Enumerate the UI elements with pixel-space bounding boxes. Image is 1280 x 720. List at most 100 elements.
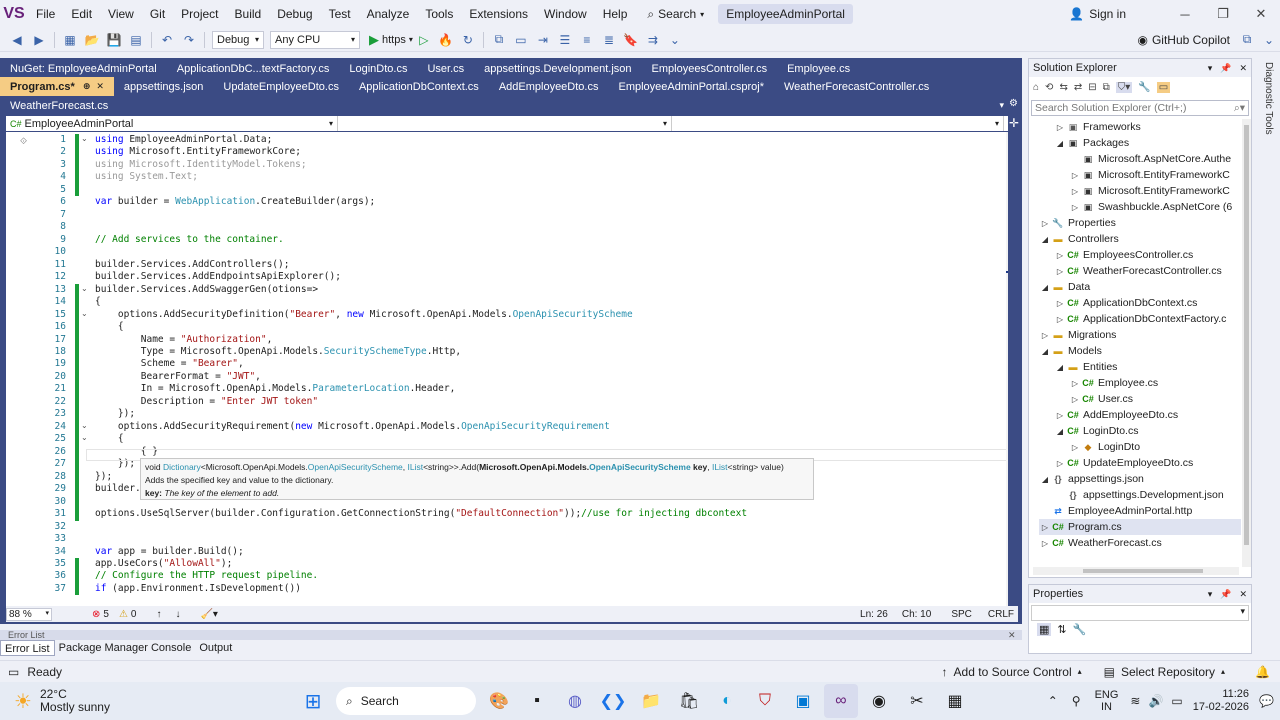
tree-scroll-thumb[interactable]: [1244, 125, 1249, 545]
notification-center-icon[interactable]: 💬: [1259, 694, 1274, 708]
zoom-dropdown[interactable]: 88 % ▾: [6, 607, 52, 621]
edge-icon[interactable]: ◐: [710, 684, 744, 718]
type-dropdown[interactable]: ▾: [338, 116, 672, 131]
minimize-button[interactable]: ─: [1166, 7, 1204, 22]
browse-icon[interactable]: ⧉: [490, 31, 508, 49]
bottom-tab-error-list[interactable]: Error List: [0, 640, 55, 656]
windows-start-icon[interactable]: ⊞: [296, 684, 330, 718]
more-icon[interactable]: ⌄: [666, 31, 684, 49]
tree-item[interactable]: ◢ ▬ Data: [1039, 279, 1090, 295]
document-tab[interactable]: EmployeesController.cs: [642, 59, 778, 78]
properties-icon[interactable]: 🔧: [1138, 82, 1150, 93]
close-icon[interactable]: ✕: [1239, 63, 1247, 74]
expand-toggle-icon[interactable]: ▷: [1054, 459, 1066, 468]
calculator-icon[interactable]: ▦: [938, 684, 972, 718]
expand-toggle-icon[interactable]: ◢: [1054, 363, 1066, 372]
code-cleanup-icon[interactable]: 🧹▾: [200, 609, 217, 620]
collapse-icon[interactable]: ⊟: [1088, 82, 1096, 93]
visual-studio-icon[interactable]: ∞: [824, 684, 858, 718]
app-icon[interactable]: ▣: [786, 684, 820, 718]
menu-file[interactable]: File: [28, 0, 63, 28]
next-issue-icon[interactable]: ↓: [175, 609, 180, 620]
location-icon[interactable]: ⚲: [1072, 694, 1081, 708]
wifi-icon[interactable]: ≋: [1130, 694, 1140, 708]
tree-item[interactable]: ▷ C# WeatherForecast.cs: [1039, 535, 1162, 551]
expand-toggle-icon[interactable]: ▷: [1069, 443, 1081, 452]
save-all-icon[interactable]: ▤: [127, 31, 145, 49]
tree-item[interactable]: ▷ C# ApplicationDbContextFactory.c: [1054, 311, 1226, 327]
pin-icon[interactable]: 📌: [1220, 589, 1231, 600]
show-all-icon[interactable]: ⧉: [1103, 82, 1110, 93]
expand-toggle-icon[interactable]: ▷: [1069, 395, 1081, 404]
property-pages-icon[interactable]: 🔧: [1073, 623, 1087, 636]
sync-icon[interactable]: ⇄: [1074, 82, 1082, 93]
expand-toggle-icon[interactable]: ◢: [1054, 427, 1066, 436]
mcafee-icon[interactable]: ⛉: [748, 684, 782, 718]
bottom-tab-package-manager-console[interactable]: Package Manager Console: [55, 640, 196, 656]
teams-icon[interactable]: ◍: [558, 684, 592, 718]
layout-icon[interactable]: ▭: [512, 31, 530, 49]
pin-icon[interactable]: ⊕: [83, 81, 91, 92]
run-button[interactable]: ▶ https ▾: [369, 32, 413, 48]
back-icon[interactable]: ◀: [8, 31, 26, 49]
expand-toggle-icon[interactable]: ▷: [1054, 251, 1066, 260]
step-icon[interactable]: ⇥: [534, 31, 552, 49]
document-tab[interactable]: WeatherForecast.cs: [0, 96, 118, 115]
battery-icon[interactable]: ▭: [1171, 694, 1182, 708]
document-tab[interactable]: appsettings.Development.json: [474, 59, 641, 78]
bookmark-icon[interactable]: 🔖: [622, 31, 640, 49]
tree-item[interactable]: ▷ C# User.cs: [1069, 391, 1133, 407]
tree-item[interactable]: ▷ C# WeatherForecastController.cs: [1054, 263, 1222, 279]
tree-item[interactable]: ▷ ▬ Migrations: [1039, 327, 1117, 343]
weather-widget[interactable]: ☀ 22°C Mostly sunny: [14, 688, 294, 714]
menu-debug[interactable]: Debug: [269, 0, 320, 28]
collapse-icon[interactable]: ⌄: [81, 433, 88, 442]
select-repository-button[interactable]: ▤ Select Repository ▴: [1104, 665, 1225, 679]
tree-item[interactable]: ▷ C# Employee.cs: [1069, 375, 1158, 391]
configuration-dropdown[interactable]: Debug ▾: [212, 30, 264, 49]
expand-toggle-icon[interactable]: ▷: [1039, 539, 1051, 548]
clock[interactable]: 11:26 17-02-2026: [1193, 688, 1249, 714]
expand-toggle-icon[interactable]: ▷: [1069, 171, 1081, 180]
tree-item[interactable]: ▷ C# UpdateEmployeeDto.cs: [1054, 455, 1193, 471]
pin-icon[interactable]: 📌: [1220, 63, 1231, 74]
open-icon[interactable]: 📂: [83, 31, 101, 49]
expand-toggle-icon[interactable]: ◢: [1039, 283, 1051, 292]
filter-icon[interactable]: ⛉▾: [1115, 81, 1133, 93]
split-view-icon[interactable]: ✛: [1009, 116, 1019, 131]
home-icon[interactable]: ⌂: [1033, 82, 1039, 93]
history-icon[interactable]: ⟲: [1045, 82, 1053, 93]
document-tab[interactable]: LoginDto.cs: [339, 59, 417, 78]
tree-item[interactable]: ▷ C# Program.cs: [1039, 519, 1241, 535]
tree-item[interactable]: ▣ Microsoft.AspNetCore.Authe: [1069, 151, 1231, 167]
tree-item[interactable]: ▷ C# ApplicationDbContext.cs: [1054, 295, 1197, 311]
code-editor[interactable]: 1 using EmployeeAdminPortal.Data; 2 using M…: [6, 132, 1008, 606]
close-icon[interactable]: ✕: [96, 81, 104, 92]
store-icon[interactable]: 🛍: [672, 684, 706, 718]
chrome-icon[interactable]: ◉: [862, 684, 896, 718]
expand-toggle-icon[interactable]: ▷: [1069, 203, 1081, 212]
tree-item[interactable]: ◢ ▬ Models: [1039, 343, 1102, 359]
diagnostic-tools-tab[interactable]: Diagnostic Tools: [1256, 58, 1274, 218]
collapse-icon[interactable]: ⌄: [81, 421, 88, 430]
close-icon[interactable]: ✕: [1239, 589, 1247, 600]
line-number[interactable]: Ln: 26: [860, 609, 888, 620]
restore-button[interactable]: ❐: [1204, 6, 1242, 22]
dropdown-icon[interactable]: ▾: [1208, 589, 1213, 600]
volume-icon[interactable]: 🔊: [1148, 694, 1163, 708]
menu-window[interactable]: Window: [536, 0, 595, 28]
expand-toggle-icon[interactable]: ▷: [1054, 123, 1066, 132]
snipping-tool-icon[interactable]: ✂: [900, 684, 934, 718]
error-count[interactable]: ⊗ 5: [92, 609, 109, 620]
expand-toggle-icon[interactable]: ▷: [1069, 379, 1081, 388]
tree-item[interactable]: ◢ ▬ Controllers: [1039, 231, 1119, 247]
tree-item[interactable]: ▷ ▣ Frameworks: [1054, 119, 1141, 135]
task-view-icon[interactable]: ▪: [520, 684, 554, 718]
save-icon[interactable]: 💾: [105, 31, 123, 49]
tree-item[interactable]: ▷ ▣ Microsoft.EntityFrameworkC: [1069, 167, 1230, 183]
expand-toggle-icon[interactable]: ▷: [1039, 523, 1051, 532]
menu-edit[interactable]: Edit: [63, 0, 100, 28]
language-indicator[interactable]: ENG IN: [1095, 689, 1119, 713]
menu-tools[interactable]: Tools: [417, 0, 461, 28]
dropdown-icon[interactable]: ▾: [1208, 63, 1213, 74]
